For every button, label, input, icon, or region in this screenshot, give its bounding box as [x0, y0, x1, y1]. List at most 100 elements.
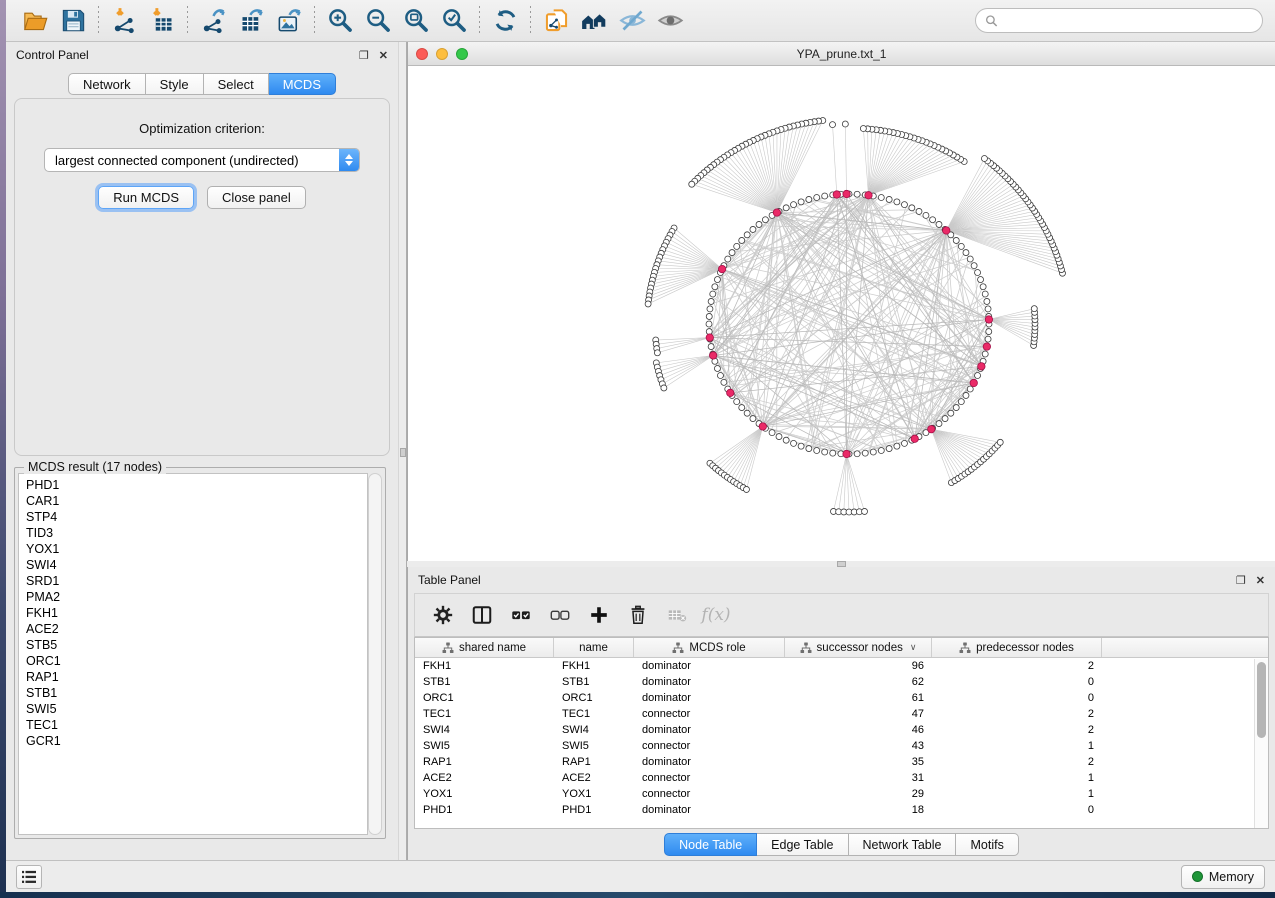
tab-select[interactable]: Select: [204, 73, 269, 95]
float-panel-icon[interactable]: ❐: [359, 49, 369, 62]
table-settings-button[interactable]: [427, 599, 459, 631]
select-all-button[interactable]: [505, 599, 537, 631]
clear-selection-button[interactable]: [544, 599, 576, 631]
column-header-mcds-role[interactable]: MCDS role: [634, 638, 785, 657]
vertical-splitter[interactable]: [398, 42, 407, 860]
first-neighbors-button[interactable]: [575, 4, 613, 38]
task-history-button[interactable]: [16, 865, 42, 889]
zoom-in-button[interactable]: [321, 4, 359, 38]
table-row[interactable]: STB1STB1dominator620: [415, 674, 1268, 690]
save-session-button[interactable]: [54, 4, 92, 38]
mcds-result-item[interactable]: TEC1: [26, 717, 367, 733]
mcds-result-item[interactable]: YOX1: [26, 541, 367, 557]
mcds-result-item[interactable]: PHD1: [26, 477, 367, 493]
mcds-result-item[interactable]: STB5: [26, 637, 367, 653]
scrollbar-thumb[interactable]: [1257, 662, 1266, 738]
table-scrollbar[interactable]: [1254, 659, 1268, 828]
zoom-selected-button[interactable]: [435, 4, 473, 38]
export-table-button[interactable]: [232, 4, 270, 38]
float-panel-icon[interactable]: ❐: [1236, 574, 1246, 587]
control-panel: Control Panel ❐ ✕ NetworkStyleSelectMCDS…: [6, 42, 398, 860]
mcds-result-item[interactable]: ORC1: [26, 653, 367, 669]
mcds-result-item[interactable]: PMA2: [26, 589, 367, 605]
table-row[interactable]: RAP1RAP1dominator352: [415, 754, 1268, 770]
houses-icon: [581, 7, 608, 34]
close-panel-icon[interactable]: ✕: [379, 49, 388, 62]
search-field[interactable]: [975, 8, 1263, 33]
mcds-result-item[interactable]: STB1: [26, 685, 367, 701]
table-row[interactable]: FKH1FKH1dominator962: [415, 658, 1268, 674]
import-table-button[interactable]: [143, 4, 181, 38]
table-row[interactable]: YOX1YOX1connector291: [415, 786, 1268, 802]
delete-column-button[interactable]: [622, 599, 654, 631]
gear-icon: [432, 604, 454, 626]
column-header-name[interactable]: name: [554, 638, 634, 657]
table-cell: 29: [785, 788, 932, 800]
table-cell: connector: [634, 788, 785, 800]
mcds-result-list[interactable]: PHD1CAR1STP4TID3YOX1SWI4SRD1PMA2FKH1ACE2…: [18, 473, 368, 835]
toolbar-separator: [187, 6, 188, 36]
tab-motifs[interactable]: Motifs: [956, 833, 1018, 856]
mcds-result-scrollbar[interactable]: [368, 473, 382, 835]
mcds-result-item[interactable]: GCR1: [26, 733, 367, 749]
table-cell: 0: [932, 676, 1102, 688]
column-header-predecessor-nodes[interactable]: predecessor nodes: [932, 638, 1102, 657]
run-mcds-button[interactable]: Run MCDS: [98, 186, 194, 209]
zoom-out-button[interactable]: [359, 4, 397, 38]
mcds-result-item[interactable]: RAP1: [26, 669, 367, 685]
table-row[interactable]: PHD1PHD1dominator180: [415, 802, 1268, 818]
tab-mcds[interactable]: MCDS: [269, 73, 336, 95]
tab-node-table[interactable]: Node Table: [664, 833, 757, 856]
table-row[interactable]: ACE2ACE2connector311: [415, 770, 1268, 786]
import-network-icon: [111, 7, 138, 34]
mcds-result-group: MCDS result (17 nodes) PHD1CAR1STP4TID3Y…: [14, 467, 386, 839]
optimization-criterion-select[interactable]: largest connected component (undirected): [44, 148, 360, 172]
search-input[interactable]: [998, 14, 1253, 28]
network-view-titlebar[interactable]: YPA_prune.txt_1: [408, 42, 1275, 66]
table-cell: ACE2: [415, 772, 554, 784]
mcds-result-title: MCDS result (17 nodes): [24, 460, 166, 474]
tab-style[interactable]: Style: [146, 73, 204, 95]
table-cell: 2: [932, 724, 1102, 736]
mcds-result-item[interactable]: SRD1: [26, 573, 367, 589]
table-row[interactable]: SWI4SWI4dominator462: [415, 722, 1268, 738]
export-image-button[interactable]: [270, 4, 308, 38]
table-cell: 0: [932, 692, 1102, 704]
zoom-fit-button[interactable]: [397, 4, 435, 38]
table-cell: ORC1: [554, 692, 634, 704]
close-panel-icon[interactable]: ✕: [1256, 574, 1265, 587]
tab-network[interactable]: Network: [68, 73, 146, 95]
refresh-icon: [492, 7, 519, 34]
mcds-result-item[interactable]: SWI4: [26, 557, 367, 573]
export-network-button[interactable]: [194, 4, 232, 38]
table-row[interactable]: SWI5SWI5connector431: [415, 738, 1268, 754]
memory-button[interactable]: Memory: [1181, 865, 1265, 889]
mcds-result-item[interactable]: CAR1: [26, 493, 367, 509]
column-header-shared-name[interactable]: shared name: [415, 638, 554, 657]
import-network-button[interactable]: [105, 4, 143, 38]
delete-table-button: [661, 599, 693, 631]
table-cell: PHD1: [554, 804, 634, 816]
mcds-result-item[interactable]: TID3: [26, 525, 367, 541]
mcds-result-item[interactable]: STP4: [26, 509, 367, 525]
clone-network-button[interactable]: [537, 4, 575, 38]
table-row[interactable]: TEC1TEC1connector472: [415, 706, 1268, 722]
mcds-result-item[interactable]: ACE2: [26, 621, 367, 637]
zoom-out-icon: [365, 7, 392, 34]
sort-indicator[interactable]: ∨: [910, 642, 917, 653]
tab-edge-table[interactable]: Edge Table: [757, 833, 848, 856]
show-all-button[interactable]: [651, 4, 689, 38]
column-header-successor-nodes[interactable]: successor nodes∨: [785, 638, 932, 657]
table-row[interactable]: ORC1ORC1dominator610: [415, 690, 1268, 706]
mcds-result-item[interactable]: SWI5: [26, 701, 367, 717]
close-panel-button[interactable]: Close panel: [207, 186, 306, 209]
tab-network-table[interactable]: Network Table: [849, 833, 957, 856]
add-column-button[interactable]: [583, 599, 615, 631]
network-canvas[interactable]: [408, 66, 1275, 561]
open-file-button[interactable]: [16, 4, 54, 38]
refresh-button[interactable]: [486, 4, 524, 38]
hide-selected-button[interactable]: [613, 4, 651, 38]
mcds-result-item[interactable]: FKH1: [26, 605, 367, 621]
show-columns-button[interactable]: [466, 599, 498, 631]
splitter-grip[interactable]: [400, 448, 406, 457]
